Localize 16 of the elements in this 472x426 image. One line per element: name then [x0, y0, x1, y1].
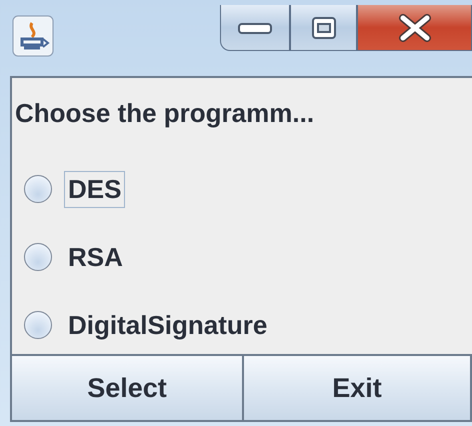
prompt-label: Choose the programm...	[14, 97, 316, 130]
radio-label[interactable]: DigitalSignature	[64, 306, 272, 344]
radio-label[interactable]: DES	[64, 170, 126, 208]
close-icon	[398, 14, 430, 42]
minimize-icon	[237, 20, 273, 34]
close-button[interactable]	[357, 5, 472, 51]
maximize-button[interactable]	[290, 5, 357, 51]
radio-button[interactable]	[24, 175, 52, 203]
coffee-cup-icon	[12, 15, 54, 57]
radio-button[interactable]	[24, 311, 52, 339]
select-button[interactable]: Select	[12, 356, 244, 420]
radio-label[interactable]: RSA	[64, 238, 127, 276]
radio-button[interactable]	[24, 243, 52, 271]
minimize-button[interactable]	[220, 5, 290, 51]
maximize-icon	[310, 16, 336, 40]
exit-button[interactable]: Exit	[244, 356, 472, 420]
